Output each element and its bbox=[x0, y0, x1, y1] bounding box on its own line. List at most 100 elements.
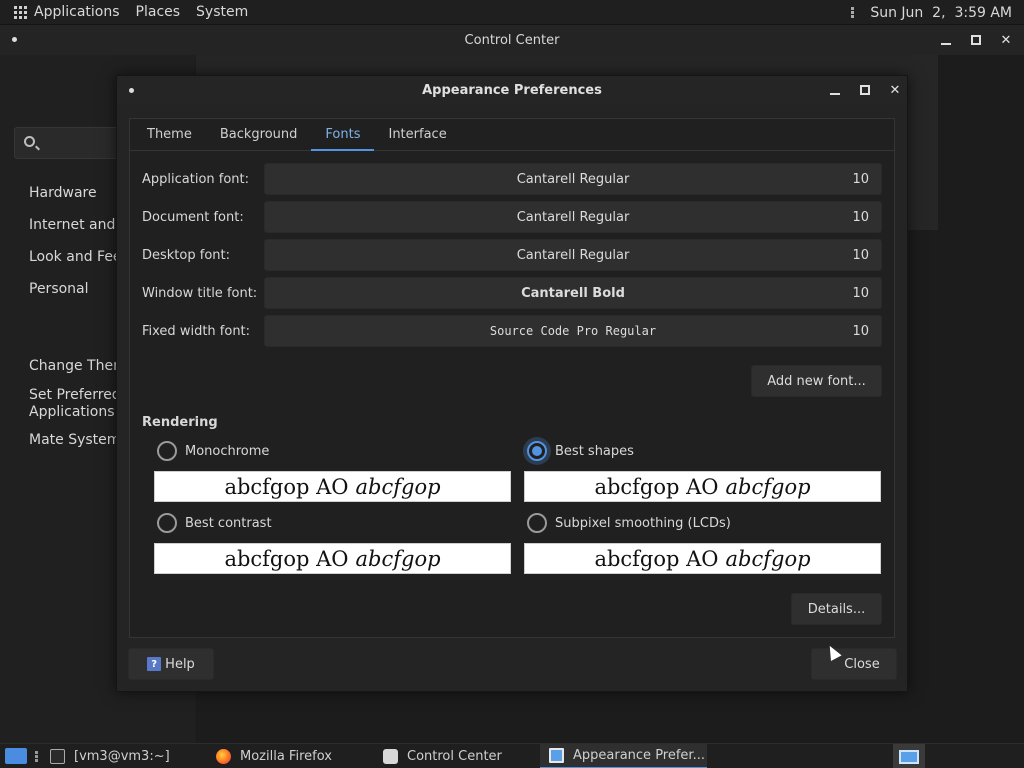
workspace-switcher[interactable] bbox=[893, 744, 925, 768]
font-row-window-title: Window title font: Cantarell Bold 10 bbox=[142, 277, 882, 309]
fixed-width-font-button[interactable]: Source Code Pro Regular 10 bbox=[264, 315, 882, 347]
menu-places[interactable]: Places bbox=[136, 4, 181, 20]
font-size: 10 bbox=[852, 324, 869, 339]
task-control-center[interactable]: Control Center bbox=[383, 744, 535, 768]
show-desktop-icon[interactable] bbox=[5, 748, 27, 764]
sample-text: abcfgop AO bbox=[224, 546, 349, 571]
close-icon[interactable]: ✕ bbox=[998, 32, 1014, 48]
task-label: Appearance Prefer... bbox=[573, 748, 705, 763]
details-button[interactable]: Details... bbox=[791, 593, 882, 625]
help-button[interactable]: ? Help bbox=[128, 648, 214, 680]
close-icon[interactable]: ✕ bbox=[887, 82, 903, 98]
control-center-titlebar[interactable]: Control Center ✕ bbox=[0, 25, 1024, 55]
desktop-font-button[interactable]: Cantarell Regular 10 bbox=[264, 239, 882, 271]
panel-handle-icon bbox=[851, 7, 855, 18]
font-row-desktop: Desktop font: Cantarell Regular 10 bbox=[142, 239, 882, 271]
bottom-taskbar: [vm3@vm3:~] Mozilla Firefox Control Cent… bbox=[0, 743, 1024, 768]
control-center-window-buttons: ✕ bbox=[938, 25, 1014, 55]
sample-text: abcfgop AO bbox=[224, 474, 349, 499]
font-name: Cantarell Bold bbox=[521, 285, 625, 301]
maximize-icon[interactable] bbox=[968, 32, 984, 48]
common-task-change-theme[interactable]: Change Them bbox=[29, 358, 127, 374]
add-new-font-button[interactable]: Add new font... bbox=[751, 365, 882, 397]
window-menu-icon[interactable] bbox=[12, 37, 17, 42]
common-task-system-info[interactable]: Mate System I bbox=[29, 432, 129, 448]
sample-text-italic: abcfgop bbox=[355, 474, 441, 499]
font-name: Cantarell Regular bbox=[516, 209, 630, 225]
workspace-icon bbox=[899, 749, 919, 764]
control-center-title: Control Center bbox=[464, 32, 560, 48]
font-row-application: Application font: Cantarell Regular 10 bbox=[142, 163, 882, 195]
tab-fonts[interactable]: Fonts bbox=[311, 119, 375, 151]
task-label: [vm3@vm3:~] bbox=[74, 749, 170, 764]
help-icon: ? bbox=[147, 657, 162, 671]
radio-subpixel-smoothing[interactable]: Subpixel smoothing (LCDs) bbox=[527, 513, 731, 533]
radio-button-icon[interactable] bbox=[157, 441, 177, 461]
menu-system[interactable]: System bbox=[196, 4, 248, 20]
common-task-preferred-apps[interactable]: Set Preferred Applications bbox=[29, 387, 121, 421]
font-size: 10 bbox=[852, 172, 869, 187]
panel-handle-icon bbox=[35, 750, 38, 762]
tab-bar: Theme Background Fonts Interface bbox=[130, 119, 894, 151]
minimize-icon[interactable] bbox=[938, 32, 954, 48]
radio-label: Best contrast bbox=[185, 515, 272, 531]
panel-tray: Sun Jun 2, 3:59 AM bbox=[851, 0, 1012, 25]
applications-grid-icon[interactable] bbox=[14, 5, 27, 19]
radio-best-shapes[interactable]: Best shapes bbox=[527, 441, 634, 461]
sample-text-italic: abcfgop bbox=[725, 546, 811, 571]
task-label: Mozilla Firefox bbox=[240, 749, 332, 764]
font-label: Window title font: bbox=[142, 285, 258, 301]
clock[interactable]: Sun Jun 2, 3:59 AM bbox=[870, 5, 1012, 21]
radio-button-icon[interactable] bbox=[157, 513, 177, 533]
application-font-button[interactable]: Cantarell Regular 10 bbox=[264, 163, 882, 195]
sample-text-italic: abcfgop bbox=[725, 474, 811, 499]
window-menu-icon[interactable] bbox=[129, 88, 134, 93]
radio-monochrome[interactable]: Monochrome bbox=[157, 441, 269, 461]
best-contrast-sample[interactable]: abcfgop AO abcfgop bbox=[154, 543, 511, 574]
preferences-notebook: Theme Background Fonts Interface Applica… bbox=[129, 118, 895, 638]
radio-button-icon[interactable] bbox=[527, 513, 547, 533]
rendering-heading: Rendering bbox=[142, 415, 218, 430]
document-font-button[interactable]: Cantarell Regular 10 bbox=[264, 201, 882, 233]
terminal-icon bbox=[50, 749, 65, 764]
font-name: Cantarell Regular bbox=[516, 171, 630, 187]
radio-best-contrast[interactable]: Best contrast bbox=[157, 513, 272, 533]
dialog-titlebar[interactable]: Appearance Preferences ✕ bbox=[117, 76, 907, 104]
appearance-icon bbox=[549, 748, 564, 763]
font-label: Document font: bbox=[142, 209, 244, 225]
menu-applications[interactable]: Applications bbox=[34, 4, 120, 20]
sidebar-item-look-and-feel[interactable]: Look and Feel bbox=[29, 249, 125, 265]
sidebar-item-personal[interactable]: Personal bbox=[29, 281, 89, 297]
task-appearance-preferences[interactable]: Appearance Prefer... bbox=[540, 744, 707, 768]
radio-button-checked-icon[interactable] bbox=[527, 441, 547, 461]
font-row-document: Document font: Cantarell Regular 10 bbox=[142, 201, 882, 233]
radio-label: Subpixel smoothing (LCDs) bbox=[555, 515, 731, 531]
font-name: Cantarell Regular bbox=[516, 247, 630, 263]
top-panel: Applications Places System Sun Jun 2, 3:… bbox=[0, 0, 1024, 25]
window-title-font-button[interactable]: Cantarell Bold 10 bbox=[264, 277, 882, 309]
maximize-icon[interactable] bbox=[857, 82, 873, 98]
radio-label: Monochrome bbox=[185, 443, 270, 459]
font-name: Source Code Pro Regular bbox=[489, 324, 657, 338]
task-firefox[interactable]: Mozilla Firefox bbox=[216, 744, 376, 768]
task-label: Control Center bbox=[407, 749, 502, 764]
sidebar-item-hardware[interactable]: Hardware bbox=[29, 185, 97, 201]
best-shapes-sample[interactable]: abcfgop AO abcfgop bbox=[524, 471, 881, 502]
font-size: 10 bbox=[852, 248, 869, 263]
tab-theme[interactable]: Theme bbox=[133, 119, 206, 150]
close-button[interactable]: Close bbox=[811, 648, 897, 680]
task-terminal[interactable]: [vm3@vm3:~] bbox=[50, 744, 210, 768]
sample-text: abcfgop AO bbox=[594, 474, 719, 499]
dialog-title: Appearance Preferences bbox=[422, 82, 602, 98]
monochrome-sample[interactable]: abcfgop AO abcfgop bbox=[154, 471, 511, 502]
font-label: Desktop font: bbox=[142, 247, 230, 263]
tab-background[interactable]: Background bbox=[206, 119, 312, 150]
radio-label: Best shapes bbox=[555, 443, 634, 459]
font-label: Application font: bbox=[142, 171, 250, 187]
minimize-icon[interactable] bbox=[827, 82, 843, 98]
search-icon bbox=[24, 136, 35, 147]
firefox-icon bbox=[216, 749, 231, 764]
font-size: 10 bbox=[852, 286, 869, 301]
subpixel-smoothing-sample[interactable]: abcfgop AO abcfgop bbox=[524, 543, 881, 574]
tab-interface[interactable]: Interface bbox=[374, 119, 460, 150]
